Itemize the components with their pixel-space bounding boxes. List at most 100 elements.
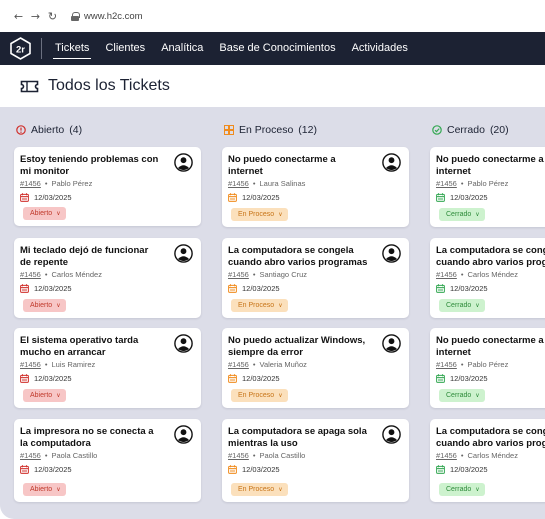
- ticket-title[interactable]: La impresora no se conecta a la computad…: [20, 426, 160, 449]
- ticket-card[interactable]: La impresora no se conecta a la computad…: [14, 419, 201, 502]
- calendar-icon: [228, 374, 237, 383]
- ticket-date-text: 12/03/2025: [450, 465, 488, 474]
- ticket-card[interactable]: La computadora se apaga sola mientras la…: [222, 419, 409, 502]
- status-label: Abierto: [30, 486, 53, 493]
- ticket-date: 12/03/2025: [436, 284, 488, 293]
- calendar-icon: [436, 465, 445, 474]
- ticket-id[interactable]: #1456: [436, 360, 457, 369]
- arrow-right-icon[interactable]: →: [27, 10, 44, 23]
- chevron-down-icon: ∨: [475, 486, 480, 493]
- ticket-id[interactable]: #1456: [20, 451, 41, 460]
- nav-item-base-conocimientos[interactable]: Base de Conocimientos: [211, 32, 343, 65]
- ticket-card[interactable]: El sistema operativo tarda mucho en arra…: [14, 328, 201, 408]
- status-dropdown[interactable]: Abierto ∨: [23, 299, 66, 312]
- ticket-title[interactable]: La computadora se congela cuando abro va…: [436, 245, 545, 268]
- ticket-title[interactable]: Mi teclado dejó de funcionar de repente: [20, 245, 160, 268]
- column-header: Cerrado (20): [432, 124, 509, 136]
- ticket-user: Santiago Cruz: [259, 270, 308, 279]
- user-avatar-icon[interactable]: [382, 244, 401, 263]
- ticket-title[interactable]: La computadora se congela cuando abro va…: [228, 245, 368, 268]
- status-dropdown[interactable]: En Proceso ∨: [231, 299, 288, 312]
- ticket-meta: #1456 • Pablo Pérez: [436, 179, 508, 188]
- status-label: Abierto: [30, 210, 53, 217]
- ticket-id[interactable]: #1456: [228, 451, 249, 460]
- user-avatar-icon[interactable]: [382, 425, 401, 444]
- chevron-down-icon: ∨: [56, 302, 61, 309]
- ticket-title[interactable]: La computadora se apaga sola mientras la…: [228, 426, 368, 449]
- ticket-id[interactable]: #1456: [436, 270, 457, 279]
- status-dropdown[interactable]: Cerrado ∨: [439, 299, 485, 312]
- grid-squares-icon: [224, 125, 234, 135]
- column-count: (12): [298, 124, 317, 136]
- ticket-card[interactable]: Estoy teniendo problemas con mi monitor #…: [14, 147, 201, 226]
- ticket-id[interactable]: #1456: [20, 360, 41, 369]
- status-dropdown[interactable]: Cerrado ∨: [439, 483, 485, 496]
- ticket-card[interactable]: La computadora se congela cuando abro va…: [222, 238, 409, 318]
- chevron-down-icon: ∨: [278, 211, 283, 218]
- ticket-id[interactable]: #1456: [228, 270, 249, 279]
- ticket-card[interactable]: No puedo actualizar Windows, siempre da …: [222, 328, 409, 408]
- nav-item-actividades[interactable]: Actividades: [344, 32, 416, 65]
- ticket-card[interactable]: No puedo conectarme a internet #1456 • Pabl…: [430, 328, 545, 408]
- app-logo[interactable]: 2r: [9, 37, 32, 60]
- separator-dot: •: [44, 179, 48, 188]
- ticket-user: Laura Salinas: [259, 179, 306, 188]
- arrow-left-icon[interactable]: ←: [10, 10, 27, 23]
- user-avatar-icon[interactable]: [382, 153, 401, 172]
- nav-item-tickets[interactable]: Tickets: [47, 32, 97, 65]
- ticket-title[interactable]: No puedo conectarme a internet: [436, 154, 545, 177]
- ticket-date-text: 12/03/2025: [242, 374, 280, 383]
- ticket-date-text: 12/03/2025: [34, 465, 72, 474]
- user-avatar-icon[interactable]: [174, 153, 193, 172]
- ticket-user: Luis Ramirez: [51, 360, 96, 369]
- ticket-card[interactable]: No puedo conectarme a internet #1456 • Pabl…: [430, 147, 545, 227]
- ticket-date-text: 12/03/2025: [242, 284, 280, 293]
- ticket-id[interactable]: #1456: [228, 179, 249, 188]
- status-label: Cerrado: [446, 302, 472, 309]
- ticket-id[interactable]: #1456: [228, 360, 249, 369]
- ticket-card[interactable]: La computadora se congela cuando abro va…: [430, 238, 545, 318]
- status-dropdown[interactable]: En Proceso ∨: [231, 389, 288, 402]
- ticket-id[interactable]: #1456: [436, 179, 457, 188]
- status-dropdown[interactable]: Abierto ∨: [23, 389, 66, 402]
- user-avatar-icon[interactable]: [174, 244, 193, 263]
- ticket-title[interactable]: No puedo conectarme a internet: [436, 335, 545, 358]
- address-bar[interactable]: www.h2c.com: [71, 11, 143, 22]
- nav-item-clientes[interactable]: Clientes: [97, 32, 153, 65]
- status-label: Abierto: [30, 392, 53, 399]
- status-label: En Proceso: [238, 302, 275, 309]
- alert-circle-icon: [16, 125, 26, 135]
- ticket-meta: #1456 • Carlos Méndez: [436, 451, 518, 460]
- ticket-card[interactable]: No puedo conectarme a internet #1456 • Laur…: [222, 147, 409, 227]
- reload-icon[interactable]: ↻: [44, 10, 61, 23]
- status-dropdown[interactable]: Cerrado ∨: [439, 389, 485, 402]
- status-dropdown[interactable]: En Proceso ∨: [231, 208, 288, 221]
- ticket-card[interactable]: Mi teclado dejó de funcionar de repente #…: [14, 238, 201, 318]
- ticket-date: 12/03/2025: [228, 465, 280, 474]
- ticket-title[interactable]: El sistema operativo tarda mucho en arra…: [20, 335, 160, 358]
- column-count: (20): [489, 124, 509, 136]
- ticket-title[interactable]: No puedo actualizar Windows, siempre da …: [228, 335, 368, 358]
- user-avatar-icon[interactable]: [174, 334, 193, 353]
- ticket-id[interactable]: #1456: [20, 270, 41, 279]
- ticket-meta: #1456 • Pablo Pérez: [436, 360, 508, 369]
- ticket-icon: [20, 80, 39, 92]
- ticket-id[interactable]: #1456: [20, 179, 41, 188]
- nav-item-analitica[interactable]: Analítica: [153, 32, 211, 65]
- ticket-title[interactable]: Estoy teniendo problemas con mi monitor: [20, 154, 160, 177]
- user-avatar-icon[interactable]: [382, 334, 401, 353]
- status-dropdown[interactable]: Abierto ∨: [23, 207, 66, 220]
- nav-divider: [41, 38, 42, 59]
- ticket-card[interactable]: La computadora se congela cuando abro va…: [430, 419, 545, 502]
- ticket-id[interactable]: #1456: [436, 451, 457, 460]
- ticket-date: 12/03/2025: [436, 465, 488, 474]
- ticket-title[interactable]: No puedo conectarme a internet: [228, 154, 368, 177]
- status-dropdown[interactable]: Cerrado ∨: [439, 208, 485, 221]
- status-dropdown[interactable]: Abierto ∨: [23, 483, 66, 496]
- chevron-down-icon: ∨: [56, 392, 61, 399]
- user-avatar-icon[interactable]: [174, 425, 193, 444]
- status-dropdown[interactable]: En Proceso ∨: [231, 483, 288, 496]
- ticket-title[interactable]: La computadora se congela cuando abro va…: [436, 426, 545, 449]
- ticket-date-text: 12/03/2025: [242, 193, 280, 202]
- ticket-date: 12/03/2025: [228, 284, 280, 293]
